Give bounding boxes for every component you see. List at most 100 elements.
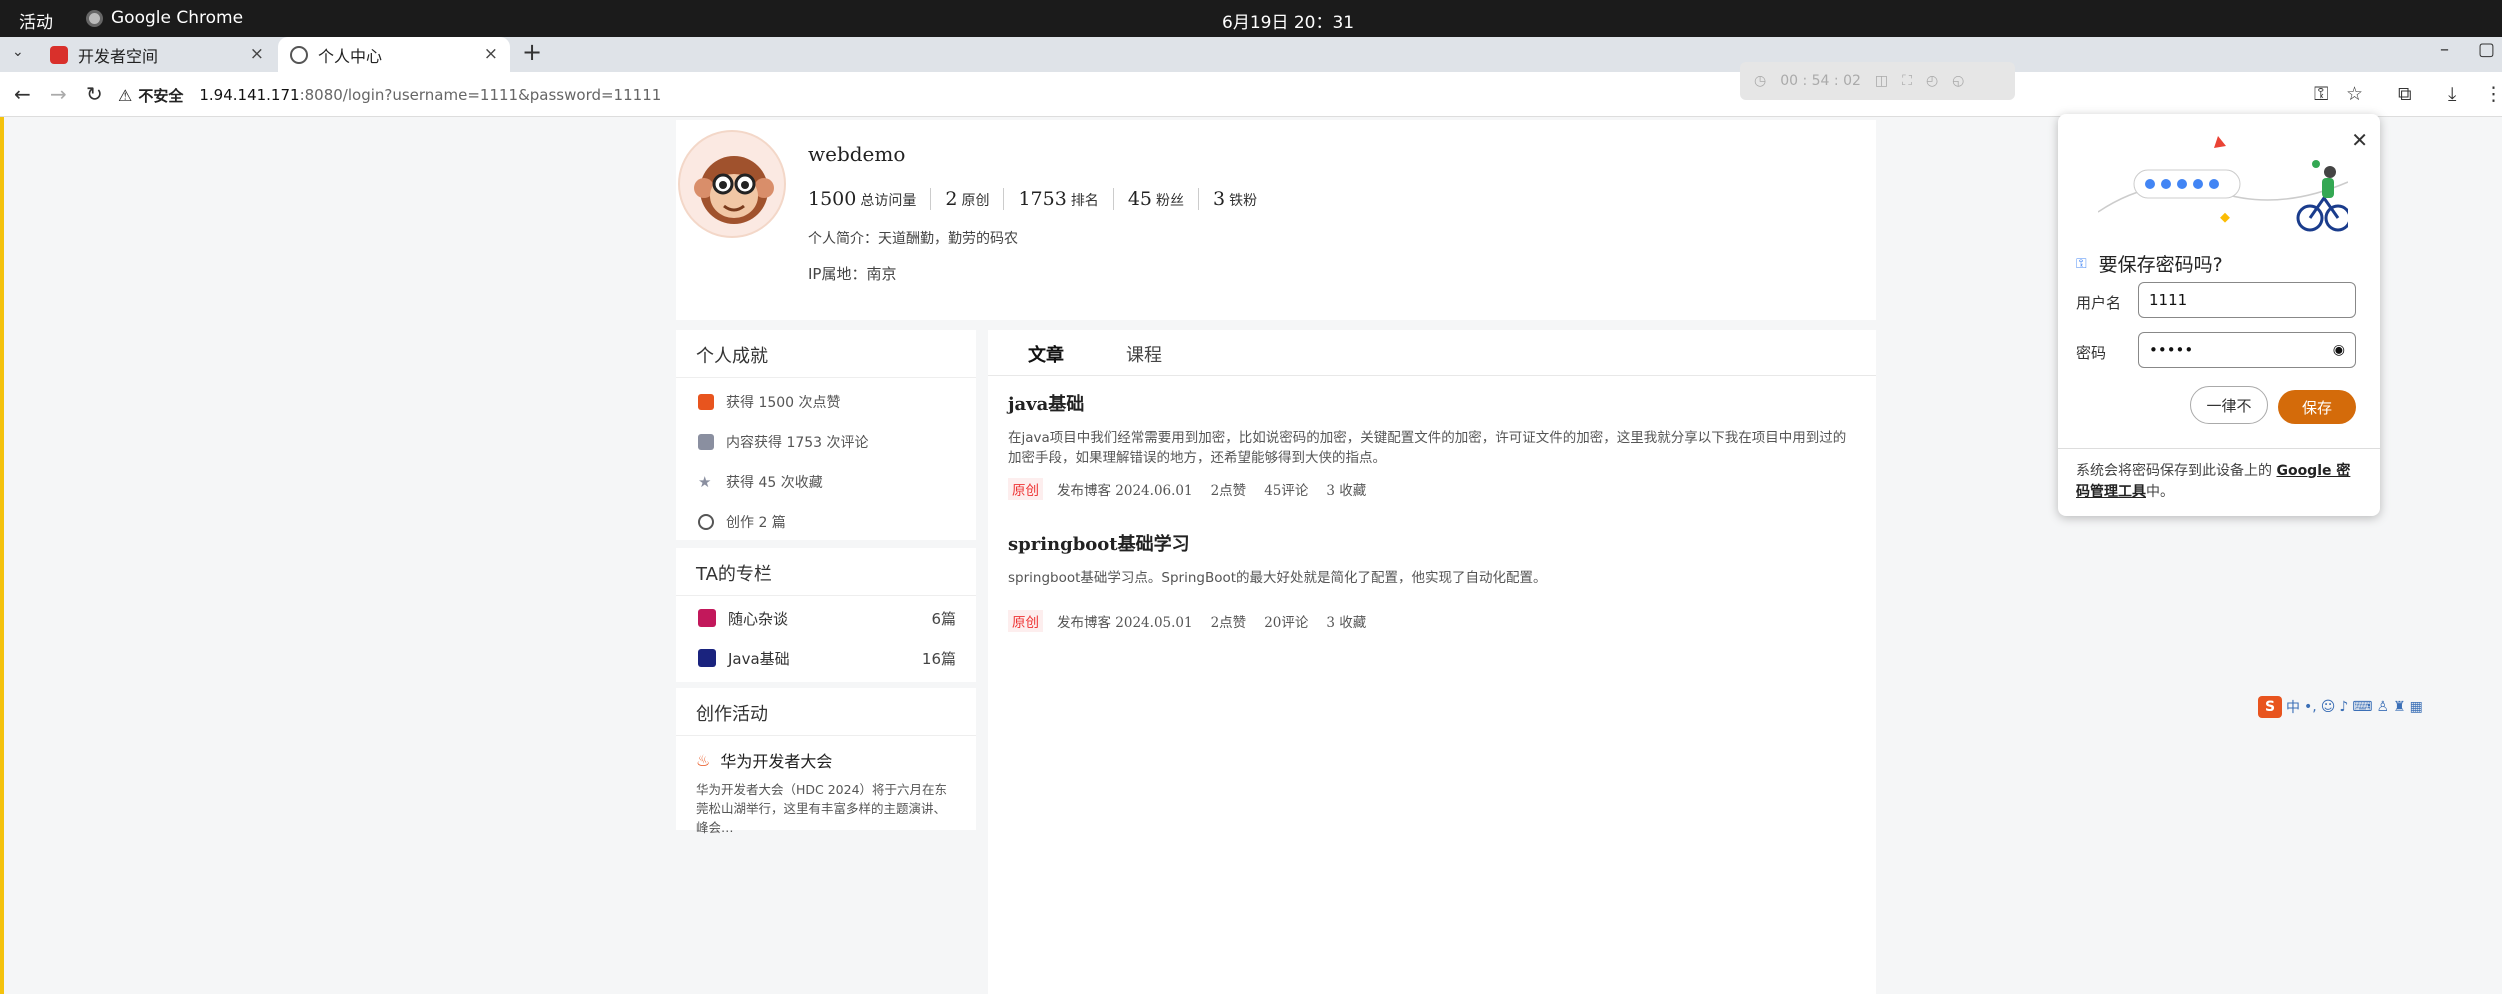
avatar[interactable] [678, 130, 786, 238]
achievements-card: 个人成就 获得 1500 次点赞 内容获得 1753 次评论 ★ 获得 45 次… [676, 330, 976, 540]
stat-visits: 1500 总访问量 [808, 188, 930, 210]
tab-courses[interactable]: 课程 [1126, 341, 1162, 367]
username-label: 用户名 [2076, 294, 2122, 312]
camera-icon[interactable]: ◫ [1875, 73, 1888, 89]
achievement-likes: 获得 1500 次点赞 [676, 382, 976, 422]
restore-icon[interactable]: ▢ [2478, 39, 2495, 60]
password-value: ••••• [2149, 341, 2194, 359]
skin-icon[interactable]: ♜ [2393, 699, 2406, 715]
original-badge: 原创 [1008, 610, 1043, 632]
emoji-icon[interactable]: ☺ [2321, 699, 2336, 715]
article-title[interactable]: springboot基础学习 [1008, 530, 1858, 556]
event-desc: 华为开发者大会（HDC 2024）将于六月在东莞松山湖举行，这里有丰富多样的主题… [696, 782, 948, 835]
tab-search-chevron-icon[interactable]: ⌄ [12, 44, 24, 60]
clock[interactable]: 6月19日 20：31 [1222, 8, 1354, 33]
tab-articles[interactable]: 文章 [1028, 341, 1064, 367]
activities-button[interactable]: 活动 [19, 8, 53, 33]
user-icon[interactable]: ♙ [2376, 699, 2389, 715]
article-comments: 45评论 [1264, 483, 1309, 499]
article-comments: 20评论 [1264, 615, 1309, 631]
column-item[interactable]: 随心杂谈 6篇 [676, 598, 976, 638]
chinese-mode-icon[interactable]: 中 [2286, 697, 2300, 717]
achievement-text: 内容获得 1753 次评论 [726, 435, 869, 451]
password-field[interactable]: ••••• ◉ [2138, 332, 2356, 368]
app-menu[interactable]: Google Chrome [86, 8, 243, 28]
stat-label: 总访问量 [860, 193, 917, 209]
achievement-text: 获得 45 次收藏 [726, 475, 823, 491]
article-favorites: 3 收藏 [1326, 483, 1367, 499]
tab-profile[interactable]: 个人中心 × [278, 37, 510, 72]
achievement-posts: 创作 2 篇 [676, 502, 976, 542]
os-top-bar: 活动 Google Chrome 6月19日 20：31 [0, 0, 2502, 37]
fullscreen-icon[interactable]: ⛶ [1902, 73, 1912, 89]
tab-title: 开发者空间 [78, 46, 159, 66]
profile-name: webdemo [808, 142, 906, 166]
username-field[interactable]: 1111 [2138, 282, 2356, 318]
address-bar[interactable]: ⚠ 不安全 1.94.141.171 :8080/login?username=… [118, 78, 2358, 112]
star-icon: ★ [698, 473, 712, 491]
stop-icon[interactable]: ◵ [1952, 73, 1964, 89]
column-thumb [698, 649, 716, 667]
timer-icon: ◷ [1754, 73, 1767, 89]
achievement-text: 获得 1500 次点赞 [726, 395, 841, 411]
forward-icon[interactable]: → [50, 82, 67, 106]
url-path: :8080/login?username=1111&password=11111 [299, 86, 662, 104]
reload-icon[interactable]: ↻ [86, 82, 103, 106]
eye-icon[interactable]: ◉ [2333, 342, 2345, 358]
profile-ip: IP属地：南京 [808, 265, 897, 283]
stat-label: 粉丝 [1156, 193, 1184, 209]
save-button[interactable]: 保存 [2278, 390, 2356, 424]
stat-num: 3 [1213, 188, 1226, 210]
screen-recorder-bar[interactable]: ◷ 00 : 54 : 02 ◫ ⛶ ◴ ◵ [1740, 62, 2015, 100]
article-desc: springboot基础学习点。SpringBoot的最大好处就是简化了配置，他… [1008, 570, 1547, 586]
extensions-icon[interactable]: ⧉ [2398, 83, 2412, 105]
activity-card: 创作活动 ♨ 华为开发者大会 华为开发者大会（HDC 2024）将于六月在东莞松… [676, 688, 976, 835]
card-title: 个人成就 [676, 330, 976, 378]
dialog-title-text: 要保存密码吗? [2098, 254, 2223, 276]
tab-developer-space[interactable]: 开发者空间 × [38, 37, 276, 72]
dialog-footer: 系统会将密码保存到此设备上的 Google 密码管理工具中。 [2058, 448, 2380, 503]
profile-header: webdemo 1500 总访问量 2 原创 1753 排名 45 粉丝 3 铁粉 个人简… [676, 120, 1876, 320]
article-title[interactable]: java基础 [1008, 390, 1858, 416]
grid-icon[interactable]: ▦ [2410, 699, 2423, 715]
chrome-icon [86, 9, 103, 27]
profile-intro: 个人简介：天道酬勤，勤劳的码农 [808, 231, 1018, 247]
new-tab-button[interactable]: + [522, 38, 542, 66]
warning-icon: ⚠ [118, 85, 133, 105]
tab-title: 个人中心 [318, 46, 383, 66]
achievement-favorites: ★ 获得 45 次收藏 [676, 462, 976, 502]
comment-icon [698, 434, 714, 450]
insecure-label[interactable]: 不安全 [138, 85, 183, 106]
close-icon[interactable]: ✕ [2351, 128, 2368, 152]
url-host: 1.94.141.171 [199, 86, 300, 104]
browser-toolbar: ← → ↻ ⚠ 不安全 1.94.141.171 :8080/login?use… [0, 72, 2502, 117]
stat-label: 排名 [1070, 193, 1099, 209]
stat-num: 45 [1127, 188, 1152, 210]
column-item[interactable]: Java基础 16篇 [676, 638, 976, 678]
bookmark-star-icon[interactable]: ☆ [2346, 83, 2363, 105]
tab-close-icon[interactable]: × [250, 44, 264, 64]
keyboard-icon[interactable]: ⌨ [2352, 699, 2372, 715]
pause-icon[interactable]: ◴ [1926, 73, 1938, 89]
thumbs-up-icon [698, 394, 714, 410]
minimize-icon[interactable]: – [2440, 39, 2449, 60]
tab-close-icon[interactable]: × [484, 44, 498, 64]
password-key-icon[interactable]: ⚿ [2314, 83, 2328, 105]
punctuation-icon[interactable]: •, [2304, 699, 2317, 715]
profile-stats: 1500 总访问量 2 原创 1753 排名 45 粉丝 3 铁粉 [808, 188, 1271, 210]
menu-icon[interactable]: ⋮ [2484, 83, 2502, 105]
sogou-icon[interactable]: S [2258, 696, 2282, 718]
download-icon[interactable]: ⤓ [2448, 83, 2456, 105]
original-badge: 原创 [1008, 478, 1043, 500]
microphone-icon[interactable]: ♪ [2339, 699, 2348, 715]
ime-toolbar[interactable]: S 中 •, ☺ ♪ ⌨ ♙ ♜ ▦ [2258, 695, 2423, 719]
back-icon[interactable]: ← [14, 82, 31, 106]
achievement-comments: 内容获得 1753 次评论 [676, 422, 976, 462]
article-item[interactable]: springboot基础学习 springboot基础学习点。SpringBoo… [1008, 530, 1858, 632]
event-title[interactable]: ♨ 华为开发者大会 [676, 736, 976, 772]
article-likes: 2点赞 [1210, 483, 1247, 499]
article-desc: 在java项目中我们经常需要用到加密，比如说密码的加密，关键配置文件的加密，许可… [1008, 430, 1847, 466]
article-item[interactable]: java基础 在java项目中我们经常需要用到加密，比如说密码的加密，关键配置文… [1008, 390, 1858, 500]
stat-iron-fans: 3 铁粉 [1198, 188, 1271, 210]
never-button[interactable]: 一律不 [2190, 386, 2268, 424]
